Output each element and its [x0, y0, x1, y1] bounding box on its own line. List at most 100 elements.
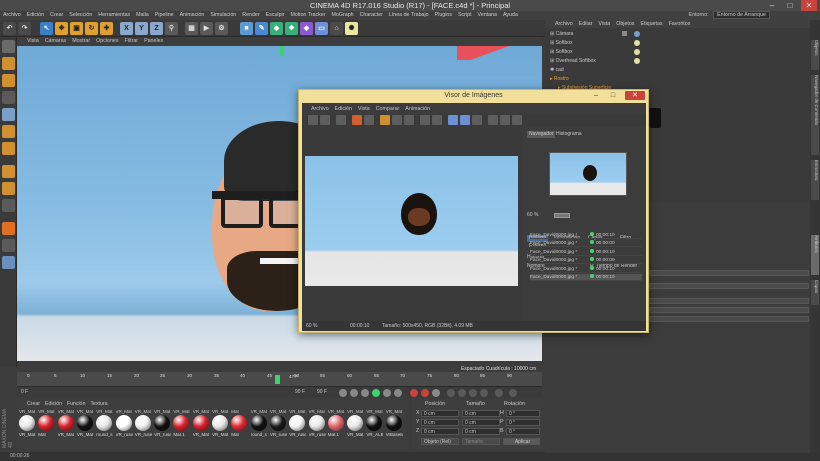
- pv-ab-compare-icon[interactable]: [380, 115, 390, 125]
- menu-ayuda[interactable]: Ayuda: [503, 11, 518, 20]
- nav-zoom-slider[interactable]: [554, 213, 570, 218]
- viewport-menu-filtrar[interactable]: Filtrar: [125, 37, 139, 46]
- z-axis-icon[interactable]: Z: [150, 22, 163, 35]
- start-frame-field[interactable]: 0 F: [21, 389, 28, 395]
- menu-mograph[interactable]: MoGraph: [332, 11, 354, 20]
- history-row[interactable]: Face_David0000.jpg * 00:00:10: [530, 232, 642, 239]
- menu-esculpir[interactable]: Esculpir: [266, 11, 285, 20]
- apply-button[interactable]: Aplicar: [503, 438, 540, 445]
- mat-menu-funcion[interactable]: Función: [67, 401, 85, 408]
- redo-icon[interactable]: ↷: [18, 22, 31, 35]
- size-z-field[interactable]: 0 cm: [462, 428, 500, 435]
- viewport-menu-mostrar[interactable]: Mostrar: [72, 37, 90, 46]
- minimize-button[interactable]: –: [764, 0, 780, 11]
- material-swatch[interactable]: VR_Mat VR_Mat: [19, 409, 36, 439]
- material-swatch[interactable]: VR_Mat VR_Mat: [212, 409, 229, 439]
- render-picture-viewer-icon[interactable]: ▶: [200, 22, 213, 35]
- lock-workplane-icon[interactable]: [2, 222, 15, 235]
- material-swatch[interactable]: VR_Mat Mat.1: [173, 409, 190, 439]
- pv-swap-icon[interactable]: [392, 115, 402, 125]
- om-menu-favoritos[interactable]: Favoritos: [669, 20, 691, 28]
- coord-mode-dropdown[interactable]: Objeto (Rel): [421, 438, 459, 445]
- tweak-mode-icon[interactable]: [2, 182, 15, 195]
- menu-archivo[interactable]: Archivo: [3, 11, 21, 20]
- end-frame-field[interactable]: 90 F: [295, 389, 305, 395]
- history-row[interactable]: Face_David0000.jpg * 00:00:00: [530, 240, 642, 248]
- material-swatch[interactable]: VR_Mat VR_Mat: [192, 409, 210, 439]
- pv-zoom-readout[interactable]: 60 %: [306, 321, 317, 331]
- material-swatch[interactable]: VR_Mat Mat: [38, 409, 55, 439]
- pv-maximize-button[interactable]: □: [606, 91, 620, 100]
- end-frame-field-2[interactable]: 90 F: [317, 389, 327, 395]
- record-icon[interactable]: [410, 389, 418, 397]
- om-menu-etiquetas[interactable]: Etiquetas: [640, 20, 662, 28]
- material-swatch[interactable]: VR_Mat Mat.1: [327, 409, 345, 439]
- menu-animacion[interactable]: Animación: [180, 11, 205, 20]
- pv-minimize-button[interactable]: –: [589, 91, 603, 100]
- viewport-menu-camaras[interactable]: Cámaras: [45, 37, 67, 46]
- material-swatch[interactable]: VR_Mat VR_Mat: [57, 409, 75, 439]
- light-icon[interactable]: ✺: [345, 22, 358, 35]
- om-menu-objetos[interactable]: Objetos: [616, 20, 634, 28]
- camera-icon[interactable]: ⌂: [330, 22, 343, 35]
- material-swatch[interactable]: VR_Mat VR_ruse: [134, 409, 152, 439]
- x-axis-icon[interactable]: X: [120, 22, 133, 35]
- rotation-p-field[interactable]: 0 °: [506, 419, 540, 426]
- tab-histograma[interactable]: Histograma: [554, 131, 584, 138]
- position-z-field[interactable]: 0 cm: [421, 428, 459, 435]
- menu-ventana[interactable]: Ventana: [478, 11, 497, 20]
- menu-motion-tracker[interactable]: Motion Tracker: [290, 11, 325, 20]
- size-y-field[interactable]: 0 cm: [462, 419, 500, 426]
- texture-mode-icon[interactable]: [2, 74, 15, 87]
- material-swatch[interactable]: VR_Mat VR_ruse: [269, 409, 287, 439]
- pv-navigator-icon[interactable]: [448, 115, 458, 125]
- polygons-mode-icon[interactable]: [2, 142, 15, 155]
- timeline-ruler[interactable]: 0 5 10 15 20 25 30 35 40 45 50 55 60 65 …: [27, 373, 527, 385]
- pv-filter-icon[interactable]: [500, 115, 510, 125]
- scale-tool-icon[interactable]: ▣: [70, 22, 83, 35]
- history-row[interactable]: Face_David0000.jpg * 00:00:10: [530, 248, 642, 256]
- mat-menu-textura[interactable]: Textura: [90, 401, 107, 408]
- maximize-button[interactable]: □: [782, 0, 798, 11]
- menu-malla[interactable]: Malla: [136, 11, 149, 20]
- pv-stop-icon[interactable]: [364, 115, 374, 125]
- pv-close-button[interactable]: ✕: [625, 91, 645, 100]
- attribute-field[interactable]: [649, 298, 809, 304]
- menu-linea-trabajo[interactable]: Línea de Trabajo: [389, 11, 429, 20]
- rotation-h-field[interactable]: 0 °: [506, 410, 540, 417]
- make-editable-icon[interactable]: [2, 40, 15, 53]
- rotation-b-field[interactable]: 0 °: [506, 428, 540, 435]
- pv-menu-comparar[interactable]: Comparar: [376, 105, 400, 113]
- menu-simulacion[interactable]: Simulación: [210, 11, 236, 20]
- axis-mode-icon[interactable]: [2, 165, 15, 178]
- nurbs-icon[interactable]: ◆: [270, 22, 283, 35]
- close-button[interactable]: ✕: [801, 0, 817, 11]
- menu-plugins[interactable]: Plugins: [435, 11, 452, 20]
- menu-crear[interactable]: Crear: [50, 11, 63, 20]
- attribute-field[interactable]: [649, 316, 809, 322]
- keyframe-selection-icon[interactable]: [432, 389, 440, 397]
- move-tool-icon[interactable]: ✥: [55, 22, 68, 35]
- attribute-field[interactable]: [649, 307, 809, 313]
- mat-menu-crear[interactable]: Crear: [27, 401, 40, 408]
- scale-key-icon[interactable]: [458, 389, 466, 397]
- point-level-icon[interactable]: [495, 389, 503, 397]
- tab-navegador[interactable]: Navegador: [527, 131, 556, 138]
- material-swatch[interactable]: VR_Mat VR_ALB: [366, 409, 383, 439]
- material-swatch[interactable]: VR_Mat VR_ruse: [289, 409, 306, 439]
- timeline-settings-icon[interactable]: [509, 389, 517, 397]
- play-icon[interactable]: [372, 389, 380, 397]
- workplane-icon[interactable]: [2, 91, 15, 104]
- pv-zoom-icon[interactable]: [432, 115, 442, 125]
- model-mode-icon[interactable]: [2, 57, 15, 70]
- pv-render-icon[interactable]: [352, 115, 362, 125]
- material-swatch[interactable]: VR_Mat round_s: [250, 409, 268, 439]
- menu-seleccion[interactable]: Selección: [69, 11, 92, 20]
- scene-icon[interactable]: ▭: [315, 22, 328, 35]
- grid-icon[interactable]: [2, 256, 15, 269]
- attribute-field[interactable]: [649, 270, 809, 276]
- position-y-field[interactable]: 0 cm: [421, 419, 459, 426]
- rotation-key-icon[interactable]: [469, 389, 477, 397]
- menu-pipeline[interactable]: Pipeline: [155, 11, 174, 20]
- y-axis-icon[interactable]: Y: [135, 22, 148, 35]
